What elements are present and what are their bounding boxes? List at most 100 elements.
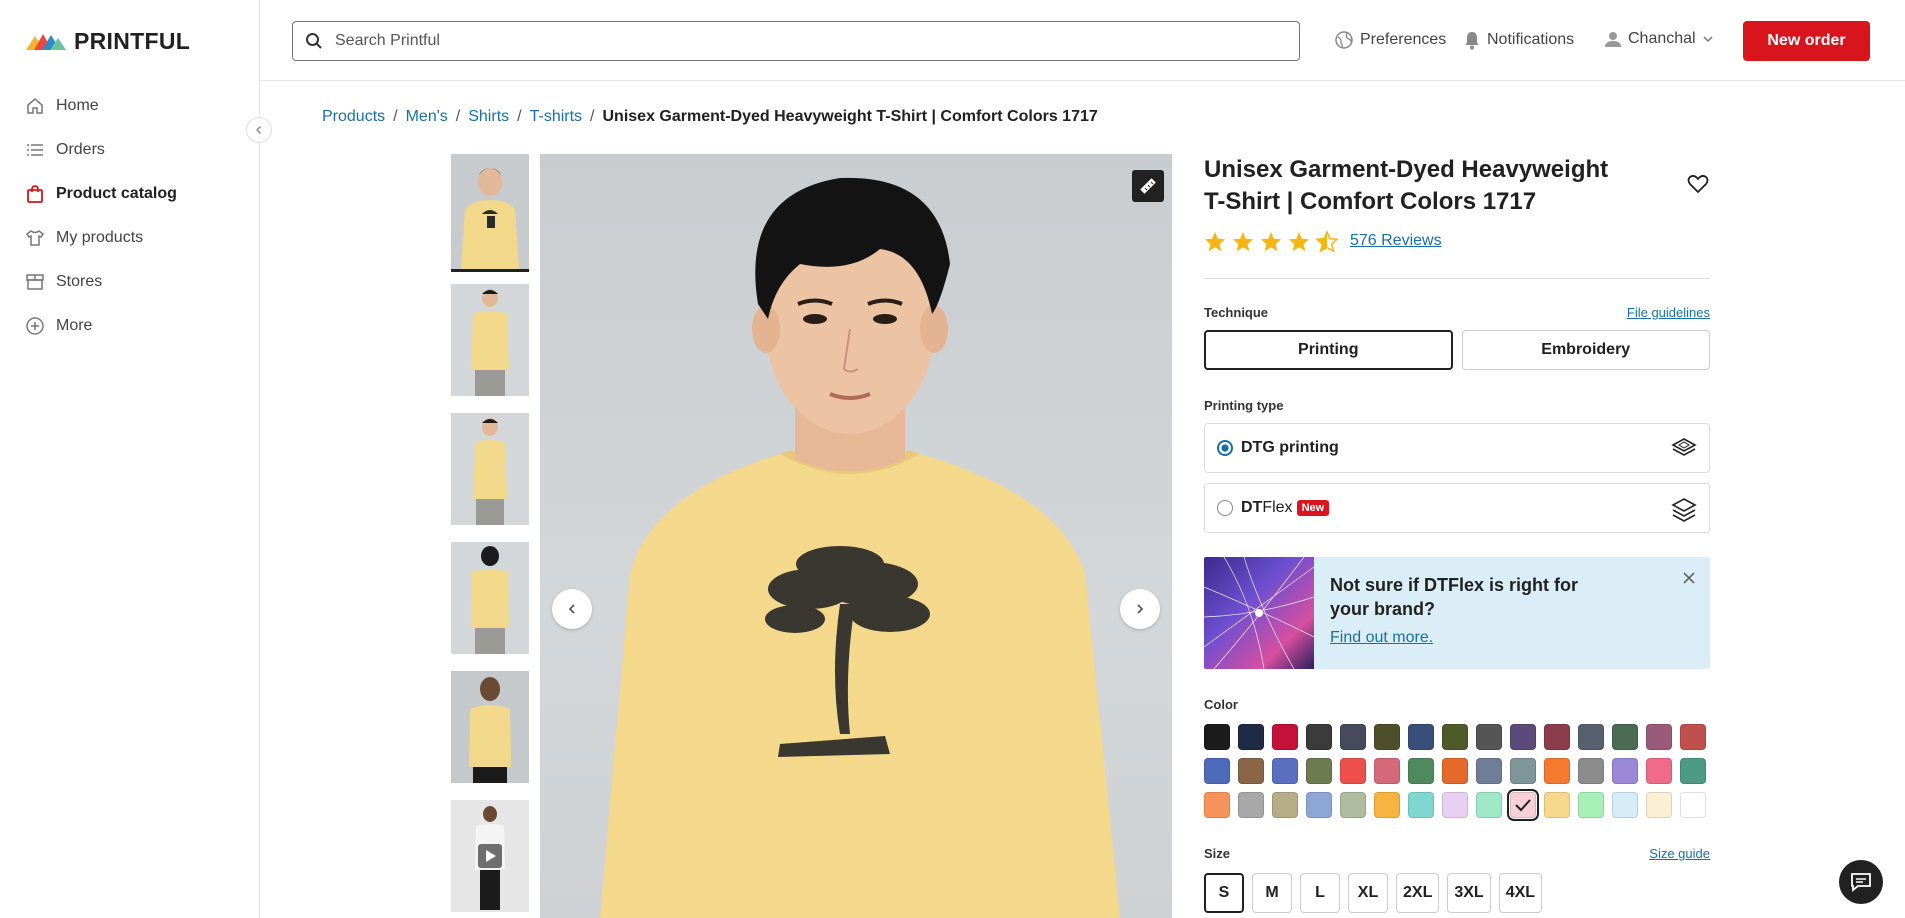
next-image-button[interactable] [1120,589,1160,629]
new-order-button[interactable]: New order [1743,21,1870,61]
color-swatch[interactable] [1680,758,1706,784]
sidebar-item-orders[interactable]: Orders [0,128,258,172]
technique-printing-button[interactable]: Printing [1204,330,1453,370]
size-l-button[interactable]: L [1300,873,1340,913]
technique-embroidery-button[interactable]: Embroidery [1461,330,1710,370]
color-swatch[interactable] [1306,792,1332,818]
breadcrumb-tshirts[interactable]: T-shirts [530,108,582,126]
color-swatch[interactable] [1646,792,1672,818]
sidebar-item-more[interactable]: More [0,304,258,348]
size-guide-link[interactable]: Size guide [1649,846,1710,861]
sidebar-item-home[interactable]: Home [0,84,258,128]
find-out-more-link[interactable]: Find out more. [1330,629,1620,647]
color-swatch[interactable] [1204,724,1230,750]
reviews-link[interactable]: 576 Reviews [1350,232,1442,250]
previous-image-button[interactable] [552,589,592,629]
color-swatch[interactable] [1204,758,1230,784]
color-swatch[interactable] [1442,758,1468,784]
color-swatch[interactable] [1272,724,1298,750]
color-swatch[interactable] [1340,758,1366,784]
size-xl-button[interactable]: XL [1348,873,1388,913]
size-2xl-button[interactable]: 2XL [1396,873,1440,913]
color-swatch[interactable] [1680,792,1706,818]
close-promo-button[interactable] [1682,571,1696,590]
color-swatch[interactable] [1510,724,1536,750]
color-swatch[interactable] [1238,792,1264,818]
color-swatch[interactable] [1408,724,1434,750]
color-swatch[interactable] [1408,758,1434,784]
user-menu[interactable]: Chanchal [1604,30,1714,48]
color-swatch[interactable] [1374,758,1400,784]
breadcrumb-products[interactable]: Products [322,108,385,126]
color-swatch[interactable] [1578,724,1604,750]
color-swatch[interactable] [1646,758,1672,784]
dtg-printing-option[interactable]: DTG printing [1204,423,1710,473]
color-swatch[interactable] [1374,792,1400,818]
dtflex-option[interactable]: DTFlex New [1204,483,1710,533]
thumbnail-video[interactable] [451,800,529,912]
color-swatch[interactable] [1680,724,1706,750]
breadcrumb-separator: / [393,108,398,125]
size-measure-button[interactable] [1132,170,1164,202]
color-swatch[interactable] [1272,792,1298,818]
favorite-button[interactable] [1687,174,1709,199]
color-swatch[interactable] [1374,724,1400,750]
sidebar-item-label: Home [56,97,99,114]
size-4xl-button[interactable]: 4XL [1498,873,1543,913]
close-icon [1683,572,1695,584]
thumbnail-1[interactable] [451,154,529,272]
file-guidelines-link[interactable]: File guidelines [1627,305,1710,320]
color-swatch[interactable] [1442,792,1468,818]
color-swatch[interactable] [1442,724,1468,750]
color-swatch[interactable] [1510,758,1536,784]
sidebar-item-product-catalog[interactable]: Product catalog [0,172,258,216]
color-swatch[interactable] [1476,792,1502,818]
dtflex-radio[interactable] [1217,500,1233,516]
notifications-link[interactable]: Notifications [1463,30,1574,50]
color-swatch[interactable] [1306,758,1332,784]
search-box[interactable] [292,21,1300,61]
preferences-link[interactable]: Preferences [1334,30,1446,50]
color-swatch[interactable] [1476,724,1502,750]
color-swatch[interactable] [1544,758,1570,784]
color-swatch[interactable] [1612,724,1638,750]
color-swatch[interactable] [1340,792,1366,818]
color-swatch[interactable] [1306,724,1332,750]
heart-icon [1687,174,1709,194]
color-swatch[interactable] [1507,789,1539,821]
color-swatch[interactable] [1340,724,1366,750]
breadcrumb-shirts[interactable]: Shirts [468,108,509,126]
color-swatch[interactable] [1612,792,1638,818]
color-swatch[interactable] [1544,792,1570,818]
color-swatch[interactable] [1612,758,1638,784]
sidebar-item-stores[interactable]: Stores [0,260,258,304]
printful-logo[interactable]: PRINTFUL [26,28,190,55]
dtg-radio[interactable] [1217,440,1233,456]
color-swatch[interactable] [1204,792,1230,818]
size-m-button[interactable]: M [1252,873,1292,913]
promo-title: Not sure if DTFlex is right for your bra… [1330,575,1579,619]
chat-button[interactable] [1839,860,1883,904]
color-swatch[interactable] [1578,792,1604,818]
thumbnail-5[interactable] [451,671,529,783]
search-input[interactable] [335,32,1235,50]
color-swatch[interactable] [1646,724,1672,750]
color-swatch[interactable] [1408,792,1434,818]
color-swatch[interactable] [1238,758,1264,784]
dtflex-logo: DTFlex [1241,499,1293,517]
size-3xl-button[interactable]: 3XL [1447,873,1491,913]
sidebar-item-my-products[interactable]: My products [0,216,258,260]
color-swatch[interactable] [1238,724,1264,750]
thumbnail-4[interactable] [451,542,529,654]
thumbnail-2[interactable] [451,284,529,396]
breadcrumb-mens[interactable]: Men's [406,108,448,126]
collapse-sidebar-button[interactable] [246,117,272,143]
promo-content: Not sure if DTFlex is right for your bra… [1314,557,1620,669]
color-swatch[interactable] [1476,758,1502,784]
thumbnail-3[interactable] [451,413,529,525]
color-swatch[interactable] [1578,758,1604,784]
color-swatch[interactable] [1272,758,1298,784]
color-swatch[interactable] [1544,724,1570,750]
chevron-down-icon [1703,36,1713,43]
size-s-button[interactable]: S [1204,873,1244,913]
